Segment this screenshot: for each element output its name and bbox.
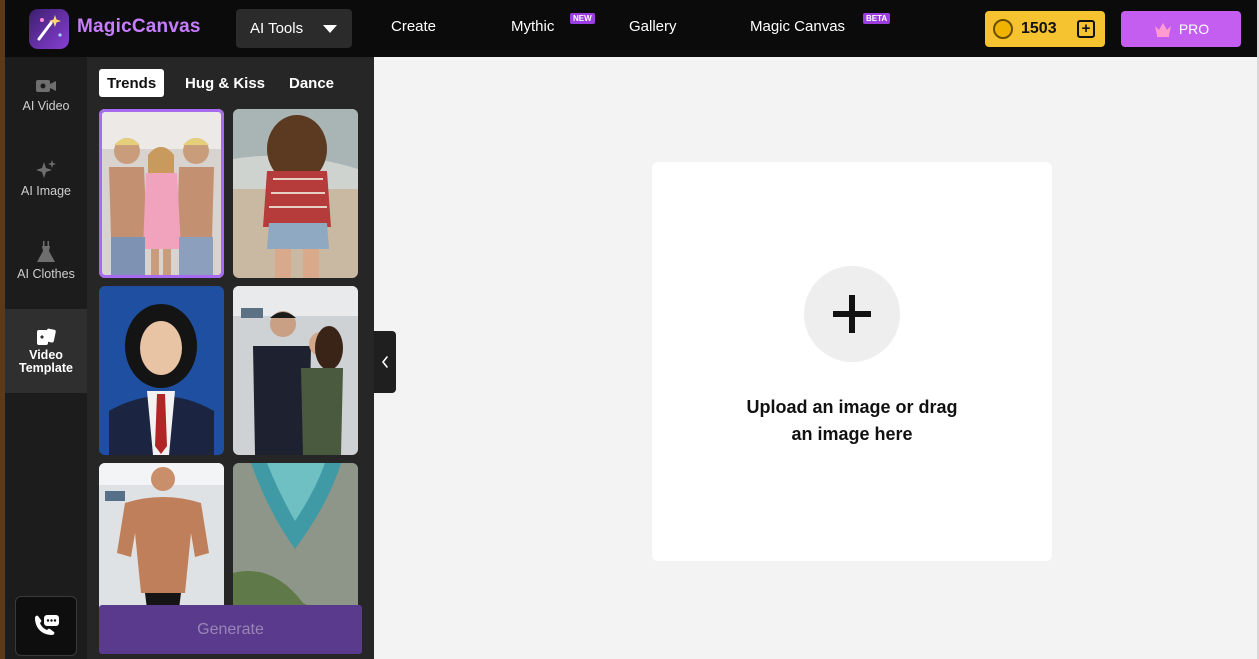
new-badge: NEW	[570, 13, 595, 24]
sidebar-item-label: AI Image	[20, 184, 72, 198]
sidebar-item-label: AI Clothes	[17, 267, 75, 281]
chevron-left-icon	[381, 356, 388, 368]
crown-icon	[1154, 23, 1171, 37]
upload-dropzone[interactable]: Upload an image or drag an image here	[652, 162, 1052, 561]
sidebar-item-label: Video Template	[19, 348, 73, 375]
dress-icon	[37, 241, 55, 262]
chevron-down-icon	[323, 25, 337, 33]
add-coins-button[interactable]: +	[1077, 20, 1095, 38]
template-couple-airport[interactable]	[233, 286, 358, 455]
sidebar: AI Video AI Image AI Clothes Video Templ…	[5, 57, 87, 659]
pro-label: PRO	[1178, 21, 1210, 37]
template-portrait[interactable]	[99, 286, 224, 455]
nav-magic-canvas[interactable]: Magic Canvas	[750, 18, 845, 35]
sidebar-item-video-template[interactable]: Video Template	[5, 309, 87, 393]
template-beach-walk[interactable]	[233, 109, 358, 278]
template-group-hug[interactable]	[99, 109, 224, 278]
tab-dance[interactable]: Dance	[281, 69, 342, 97]
sidebar-item-ai-video[interactable]: AI Video	[5, 57, 87, 141]
ai-tools-dropdown[interactable]: AI Tools	[236, 9, 352, 48]
collapse-panel-button[interactable]	[374, 331, 396, 393]
support-button[interactable]	[15, 596, 77, 656]
pro-button[interactable]: PRO	[1121, 11, 1241, 47]
sparkle-icon	[36, 160, 56, 178]
template-panel: Trends Hug & Kiss Dance Generate	[87, 57, 374, 659]
nav-gallery[interactable]: Gallery	[629, 18, 677, 35]
generate-button[interactable]: Generate	[99, 605, 362, 654]
ai-tools-label: AI Tools	[250, 20, 304, 37]
coin-count: 1503	[1021, 20, 1057, 37]
upload-instructions-line-1: Upload an image or drag	[746, 397, 958, 417]
coin-icon	[993, 19, 1013, 39]
upload-button[interactable]	[804, 266, 900, 362]
top-bar: MagicCanvas AI Tools Create Mythic NEW G…	[5, 0, 1257, 57]
nav-create[interactable]: Create	[391, 18, 436, 35]
logo-icon[interactable]	[29, 9, 69, 49]
sidebar-item-ai-image[interactable]: AI Image	[5, 141, 87, 225]
app-name[interactable]: MagicCanvas	[77, 16, 201, 38]
coin-balance[interactable]: 1503 +	[985, 11, 1105, 47]
upload-instructions-line-2: an image here	[791, 424, 913, 444]
upload-instructions: Upload an image or drag an image here	[692, 394, 1012, 448]
sidebar-item-label: AI Video	[22, 99, 70, 113]
tab-trends[interactable]: Trends	[99, 69, 165, 97]
sidebar-item-ai-clothes[interactable]: AI Clothes	[5, 225, 87, 309]
phone-chat-icon	[35, 615, 59, 635]
nav-mythic[interactable]: Mythic	[511, 18, 554, 35]
plus-icon	[833, 295, 871, 333]
video-camera-icon	[36, 80, 56, 92]
beta-badge: BETA	[863, 13, 891, 24]
cards-icon	[37, 328, 56, 345]
tab-hug-kiss[interactable]: Hug & Kiss	[177, 69, 273, 97]
